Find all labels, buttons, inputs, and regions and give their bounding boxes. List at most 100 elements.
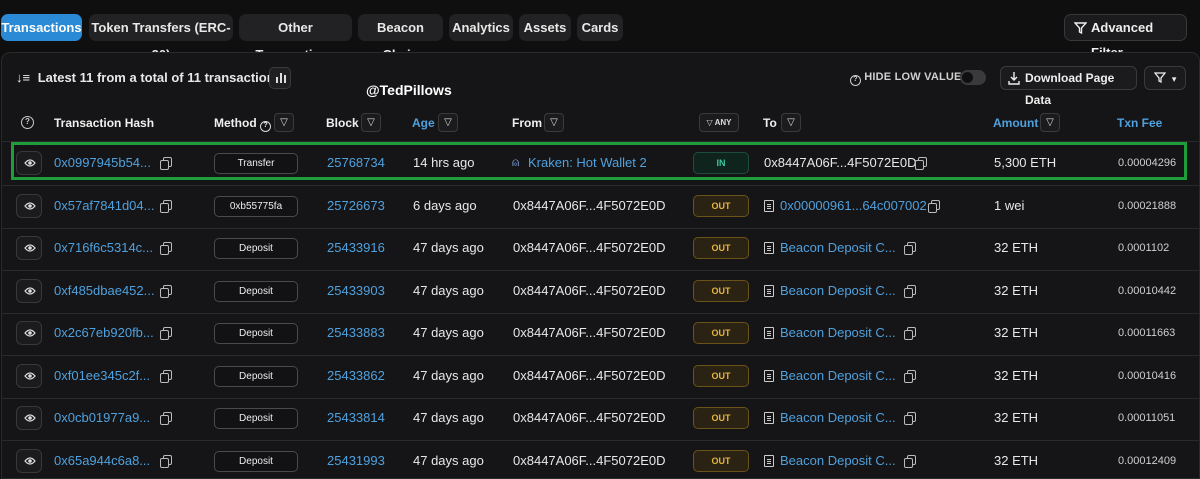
tx-hash-link[interactable]: 0x65a944c6a8... — [54, 440, 150, 479]
block-link[interactable]: 25726673 — [327, 185, 385, 227]
amount-text: 32 ETH — [994, 240, 1039, 255]
amount-text: 32 ETH — [994, 283, 1039, 298]
copy-icon[interactable] — [904, 242, 916, 255]
from-address-link[interactable]: Kraken: Hot Wallet 2 — [528, 142, 647, 184]
tx-hash-link[interactable]: 0x716f6c5314c... — [54, 227, 153, 269]
copy-icon[interactable] — [904, 327, 916, 340]
copy-icon[interactable] — [904, 455, 916, 468]
view-details-button[interactable] — [16, 279, 42, 303]
to-address-link[interactable]: Beacon Deposit C... — [780, 355, 896, 397]
chevron-down-icon: ▾ — [1171, 74, 1177, 84]
tx-hash-link[interactable]: 0x0cb01977a9... — [54, 397, 150, 439]
copy-icon[interactable] — [160, 200, 172, 213]
copy-icon[interactable] — [160, 412, 172, 425]
help-icon[interactable]: ? — [21, 116, 34, 129]
eye-icon — [24, 287, 36, 295]
from-address[interactable]: 0x8447A06F...4F5072E0D — [513, 397, 666, 439]
advanced-filter-button[interactable]: Advanced Filter — [1064, 14, 1187, 60]
tab-token-transfers[interactable]: Token Transfers (ERC-20) — [89, 14, 233, 62]
contract-icon — [764, 200, 774, 212]
to-address-link[interactable]: 0x00000961...64c007002 — [780, 185, 927, 227]
tab-beacon-chain[interactable]: Beacon Chain — [358, 14, 443, 62]
tx-hash-link[interactable]: 0x57af7841d04... — [54, 185, 154, 227]
col-age[interactable]: Age — [412, 116, 435, 130]
tab-transactions[interactable]: Transactions — [1, 14, 82, 41]
view-details-button[interactable] — [16, 151, 42, 175]
from-address[interactable]: 0x8447A06F...4F5072E0D — [513, 440, 666, 479]
tx-hash-link[interactable]: 0xf01ee345c2f... — [54, 355, 150, 397]
to-address-link[interactable]: Beacon Deposit C... — [780, 270, 896, 312]
direction-filter-button[interactable]: ▽ ANY — [699, 113, 739, 132]
table-row: 0x0997945b54... Transfer 25768734 14 hrs… — [1, 142, 1199, 184]
view-details-button[interactable] — [16, 364, 42, 388]
block-link[interactable]: 25431993 — [327, 440, 385, 479]
to-address-link[interactable]: Beacon Deposit C... — [780, 440, 896, 479]
col-txn-fee[interactable]: Txn Fee — [1117, 116, 1162, 130]
from-address[interactable]: 0x8447A06F...4F5072E0D — [513, 185, 666, 227]
tab-analytics[interactable]: Analytics — [449, 14, 513, 41]
copy-icon[interactable] — [160, 370, 172, 383]
view-details-button[interactable] — [16, 236, 42, 260]
info-icon: ? — [850, 75, 861, 86]
contract-icon — [764, 455, 774, 467]
col-method-label: Method — [214, 116, 257, 130]
copy-icon[interactable] — [160, 455, 172, 468]
block-link[interactable]: 25433916 — [327, 227, 385, 269]
download-page-data-button[interactable]: Download Page Data — [1000, 66, 1137, 107]
contract-icon — [764, 242, 774, 254]
col-transaction-hash: Transaction Hash — [54, 116, 155, 130]
block-link[interactable]: 25433862 — [327, 355, 385, 397]
copy-icon[interactable] — [160, 327, 172, 340]
txn-fee-text: 0.00012409 — [1118, 455, 1177, 467]
to-filter-button[interactable]: ▽ — [781, 113, 801, 132]
copy-icon[interactable] — [160, 285, 172, 298]
view-details-button[interactable] — [16, 406, 42, 430]
copy-icon[interactable] — [904, 285, 916, 298]
copy-icon[interactable] — [904, 370, 916, 383]
tab-cards[interactable]: Cards — [577, 14, 623, 41]
block-link[interactable]: 25433903 — [327, 270, 385, 312]
from-address[interactable]: 0x8447A06F...4F5072E0D — [513, 355, 666, 397]
block-link[interactable]: 25433814 — [327, 397, 385, 439]
col-amount[interactable]: Amount — [993, 116, 1038, 130]
from-filter-button[interactable]: ▽ — [544, 113, 564, 132]
block-link[interactable]: 25768734 — [327, 142, 385, 184]
tab-assets[interactable]: Assets — [519, 14, 571, 41]
filter-dropdown-button[interactable]: ▾ — [1144, 66, 1186, 90]
from-address[interactable]: 0x8447A06F...4F5072E0D — [513, 227, 666, 269]
to-address-link[interactable]: Beacon Deposit C... — [780, 397, 896, 439]
age-text: 47 days ago — [413, 240, 484, 255]
view-details-button[interactable] — [16, 194, 42, 218]
hide-low-value-toggle[interactable] — [960, 70, 986, 85]
direction-badge: OUT — [693, 450, 749, 472]
table-row: 0xf485dbae452... Deposit 25433903 47 day… — [1, 270, 1199, 312]
copy-icon[interactable] — [915, 157, 927, 170]
tx-hash-link[interactable]: 0xf485dbae452... — [54, 270, 154, 312]
copy-icon[interactable] — [160, 157, 172, 170]
eye-icon — [24, 329, 36, 337]
filter-icon: ▽ — [280, 117, 288, 128]
view-details-button[interactable] — [16, 321, 42, 345]
col-block: Block — [326, 116, 359, 130]
copy-icon[interactable] — [160, 242, 172, 255]
to-address-link[interactable]: Beacon Deposit C... — [780, 312, 896, 354]
from-address[interactable]: 0x8447A06F...4F5072E0D — [513, 312, 666, 354]
to-address-link[interactable]: Beacon Deposit C... — [780, 227, 896, 269]
amount-filter-button[interactable]: ▽ — [1040, 113, 1060, 132]
tx-hash-link[interactable]: 0x0997945b54... — [54, 142, 151, 184]
filter-icon: ▽ — [550, 117, 558, 128]
filter-icon — [1073, 15, 1088, 48]
method-filter-button[interactable]: ▽ — [274, 113, 294, 132]
to-address[interactable]: 0x8447A06F...4F5072E0D — [764, 142, 917, 184]
stats-chart-button[interactable] — [269, 67, 291, 89]
tx-hash-link[interactable]: 0x2c67eb920fb... — [54, 312, 154, 354]
copy-icon[interactable] — [904, 412, 916, 425]
block-filter-button[interactable]: ▽ — [361, 113, 381, 132]
copy-icon[interactable] — [928, 200, 940, 213]
age-filter-button[interactable]: ▽ — [438, 113, 458, 132]
from-address[interactable]: 0x8447A06F...4F5072E0D — [513, 270, 666, 312]
block-link[interactable]: 25433883 — [327, 312, 385, 354]
tab-other-transactions[interactable]: Other Transactions — [239, 14, 352, 62]
view-details-button[interactable] — [16, 449, 42, 473]
amount-text: 32 ETH — [994, 410, 1039, 425]
